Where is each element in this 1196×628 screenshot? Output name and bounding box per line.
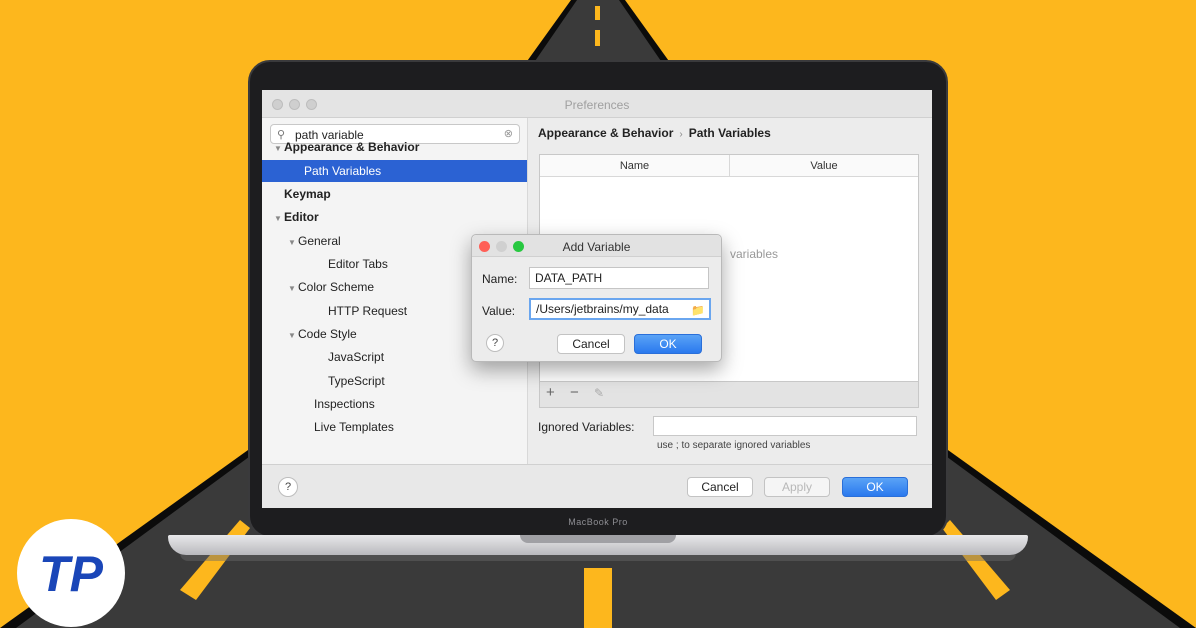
- tree-item-appearance-behavior[interactable]: ▼ Appearance & Behavior: [274, 136, 419, 158]
- tree-item-editor-tabs[interactable]: Editor Tabs: [318, 253, 388, 275]
- tree-item-label: JavaScript: [328, 350, 385, 364]
- column-header-name[interactable]: Name: [540, 155, 730, 177]
- tree-item-editor[interactable]: ▼ Editor: [274, 206, 319, 228]
- breadcrumb-parent[interactable]: Appearance & Behavior: [538, 126, 673, 140]
- breadcrumb-separator: ›: [679, 129, 683, 140]
- laptop-model-label: MacBook Pro: [568, 517, 628, 527]
- empty-table-text: variables: [730, 247, 779, 261]
- ok-button[interactable]: OK: [842, 477, 908, 497]
- expand-caret-icon[interactable]: ▼: [274, 208, 284, 230]
- help-button[interactable]: ?: [278, 477, 298, 497]
- tree-item-label: Live Templates: [314, 420, 394, 434]
- expand-caret-icon[interactable]: ▼: [288, 278, 298, 300]
- add-variable-button[interactable]: +: [546, 384, 555, 401]
- remove-variable-button[interactable]: −: [570, 384, 579, 401]
- tree-item-path-variables[interactable]: Path Variables: [262, 160, 527, 182]
- clear-search-icon[interactable]: ⊗: [504, 127, 513, 140]
- tree-item-color-scheme[interactable]: ▼ Color Scheme: [288, 276, 374, 298]
- expand-caret-icon[interactable]: ▼: [274, 138, 284, 160]
- add-variable-titlebar: Add Variable: [472, 235, 721, 257]
- dialog-ok-button[interactable]: OK: [634, 334, 702, 354]
- apply-button[interactable]: Apply: [764, 477, 830, 497]
- tree-item-label: Path Variables: [304, 164, 382, 178]
- tree-item-label: HTTP Request: [328, 304, 408, 318]
- tree-item-code-style[interactable]: ▼ Code Style: [288, 323, 357, 345]
- tree-item-label: Editor: [284, 210, 319, 224]
- laptop-notch: [520, 535, 676, 543]
- tree-item-label: Code Style: [298, 327, 357, 341]
- window-titlebar: Preferences: [262, 90, 932, 118]
- ignored-variables-label: Ignored Variables:: [538, 420, 635, 434]
- ignored-variables-input[interactable]: [653, 416, 917, 436]
- tree-item-typescript[interactable]: TypeScript: [318, 370, 385, 392]
- tree-item-label: Inspections: [314, 397, 375, 411]
- window-title: Preferences: [564, 98, 630, 112]
- column-header-value[interactable]: Value: [730, 155, 918, 177]
- tree-item-inspections[interactable]: Inspections: [304, 393, 375, 415]
- edit-variable-button[interactable]: ✎: [594, 386, 604, 400]
- tree-item-label: General: [298, 234, 341, 248]
- value-field[interactable]: /Users/jetbrains/my_data 📁: [529, 298, 711, 320]
- dialog-button-bar: ? Cancel Apply OK: [262, 464, 932, 508]
- breadcrumb-current: Path Variables: [688, 126, 771, 140]
- ignored-variables-hint: use ; to separate ignored variables: [657, 440, 811, 451]
- value-label: Value:: [482, 304, 516, 318]
- road-top-graphic: [525, 0, 671, 64]
- value-field-text: /Users/jetbrains/my_data: [536, 302, 669, 316]
- tree-item-keymap[interactable]: Keymap: [274, 183, 331, 205]
- tree-item-general[interactable]: ▼ General: [288, 230, 341, 252]
- tree-item-label: Keymap: [284, 187, 331, 201]
- tree-item-label: Editor Tabs: [328, 257, 388, 271]
- tree-item-label: TypeScript: [328, 374, 385, 388]
- tree-item-live-templates[interactable]: Live Templates: [304, 416, 394, 438]
- expand-caret-icon[interactable]: ▼: [288, 232, 298, 254]
- tree-item-javascript[interactable]: JavaScript: [318, 346, 384, 368]
- dialog-help-button[interactable]: ?: [486, 334, 504, 352]
- table-toolbar: + − ✎: [539, 382, 919, 408]
- name-label: Name:: [482, 272, 518, 286]
- tp-logo-graphic: TP: [39, 546, 104, 602]
- browse-folder-icon[interactable]: 📁: [691, 302, 705, 320]
- expand-caret-icon[interactable]: ▼: [288, 325, 298, 347]
- name-field[interactable]: DATA_PATH: [529, 267, 709, 289]
- cancel-button[interactable]: Cancel: [687, 477, 753, 497]
- tree-item-http-request[interactable]: HTTP Request: [318, 300, 407, 322]
- add-variable-dialog: Add Variable Name: DATA_PATH Value: /Use…: [471, 234, 722, 362]
- tree-item-label: Color Scheme: [298, 280, 375, 294]
- add-variable-title: Add Variable: [562, 240, 631, 254]
- tree-item-label: Appearance & Behavior: [284, 140, 420, 154]
- dialog-cancel-button[interactable]: Cancel: [557, 334, 625, 354]
- tp-logo: TP: [17, 519, 125, 627]
- breadcrumb: Appearance & Behavior › Path Variables: [538, 126, 771, 140]
